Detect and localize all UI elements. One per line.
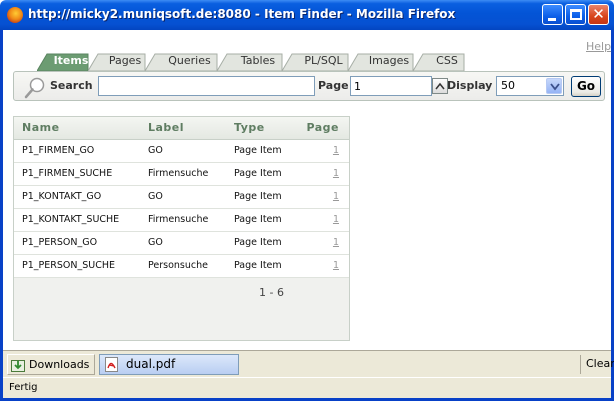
dropdown-button[interactable] bbox=[546, 78, 562, 94]
tab-images-label: Images bbox=[368, 54, 410, 67]
cell-label: Firmensuche bbox=[148, 208, 234, 232]
page-input[interactable] bbox=[350, 76, 432, 96]
maximize-icon bbox=[570, 9, 582, 20]
firefox-icon bbox=[7, 7, 23, 23]
download-item[interactable]: dual.pdf bbox=[99, 354, 239, 375]
status-bar: Fertig bbox=[3, 377, 611, 398]
table-row: P1_FIRMEN_SUCHE Firmensuche Page Item 1 bbox=[14, 162, 349, 186]
tab-pages[interactable]: Pages bbox=[88, 53, 146, 71]
cell-page-link[interactable]: 1 bbox=[306, 162, 349, 186]
tab-tables[interactable]: Tables bbox=[217, 53, 283, 71]
results-table: Name Label Type Page P1_FIRMEN_GO GO Pag… bbox=[14, 117, 349, 278]
status-text: Fertig bbox=[9, 382, 38, 393]
cell-page-link[interactable]: 1 bbox=[306, 208, 349, 232]
chevron-down-icon bbox=[550, 83, 560, 91]
table-row: P1_FIRMEN_GO GO Page Item 1 bbox=[14, 139, 349, 163]
tab-items[interactable]: Items bbox=[37, 53, 89, 71]
pagination-info: 1 - 6 bbox=[14, 279, 349, 307]
cell-type: Page Item bbox=[234, 231, 306, 255]
cell-page-link[interactable]: 1 bbox=[306, 139, 349, 163]
table-row: P1_PERSON_GO GO Page Item 1 bbox=[14, 231, 349, 255]
tab-images[interactable]: Images bbox=[348, 53, 414, 71]
table-row: P1_KONTAKT_GO GO Page Item 1 bbox=[14, 185, 349, 209]
cell-page-link[interactable]: 1 bbox=[306, 185, 349, 209]
tab-css-label: CSS bbox=[436, 54, 458, 67]
table-row: P1_PERSON_SUCHE Personsuche Page Item 1 bbox=[14, 254, 349, 278]
cell-type: Page Item bbox=[234, 185, 306, 209]
close-button[interactable]: ✕ bbox=[588, 4, 609, 25]
cell-type: Page Item bbox=[234, 162, 306, 186]
cell-label: GO bbox=[148, 231, 234, 255]
search-bar: Search Page Display 50 Go bbox=[13, 71, 605, 101]
cell-name[interactable]: P1_KONTAKT_GO bbox=[14, 185, 148, 209]
chevron-up-icon bbox=[435, 82, 445, 90]
downloads-button[interactable]: Downloads bbox=[7, 354, 95, 375]
cell-name[interactable]: P1_PERSON_GO bbox=[14, 231, 148, 255]
cell-page-link[interactable]: 1 bbox=[306, 254, 349, 278]
tab-pages-label: Pages bbox=[108, 54, 142, 67]
tab-queries[interactable]: Queries bbox=[145, 53, 218, 71]
download-item-label: dual.pdf bbox=[126, 357, 176, 371]
column-header-type[interactable]: Type bbox=[234, 117, 306, 140]
display-select-value: 50 bbox=[501, 79, 515, 92]
tab-plsql[interactable]: PL/SQL bbox=[282, 53, 349, 71]
clear-button[interactable]: Clear bbox=[580, 355, 614, 374]
table-row: P1_KONTAKT_SUCHE Firmensuche Page Item 1 bbox=[14, 208, 349, 232]
cell-label: Firmensuche bbox=[148, 162, 234, 186]
column-header-label[interactable]: Label bbox=[148, 117, 234, 140]
tab-items-label: Items bbox=[53, 54, 89, 67]
magnifier-icon bbox=[24, 77, 45, 99]
page-content: Help Items Pages Queries Tables PL/SQL I… bbox=[3, 30, 611, 350]
tab-queries-label: Queries bbox=[168, 54, 211, 67]
cell-type: Page Item bbox=[234, 139, 306, 163]
window-title: http://micky2.muniqsoft.de:8080 - Item F… bbox=[28, 7, 456, 21]
tab-plsql-label: PL/SQL bbox=[304, 54, 343, 67]
maximize-button[interactable] bbox=[565, 4, 586, 25]
close-icon: ✕ bbox=[592, 5, 605, 23]
go-button[interactable]: Go bbox=[571, 76, 601, 97]
downloads-bar: Downloads dual.pdf Clear bbox=[3, 350, 614, 377]
cell-label: GO bbox=[148, 185, 234, 209]
column-header-page[interactable]: Page bbox=[306, 117, 349, 140]
search-input[interactable] bbox=[98, 76, 315, 96]
cell-name[interactable]: P1_PERSON_SUCHE bbox=[14, 254, 148, 278]
cell-name[interactable]: P1_KONTAKT_SUCHE bbox=[14, 208, 148, 232]
cell-type: Page Item bbox=[234, 208, 306, 232]
table-header-row: Name Label Type Page bbox=[14, 117, 349, 140]
minimize-button[interactable] bbox=[542, 4, 563, 25]
cell-name[interactable]: P1_FIRMEN_SUCHE bbox=[14, 162, 148, 186]
downloads-label: Downloads bbox=[29, 358, 90, 371]
page-label: Page bbox=[318, 79, 349, 92]
display-select[interactable]: 50 bbox=[496, 76, 564, 96]
search-label: Search bbox=[50, 79, 93, 92]
cell-label: Personsuche bbox=[148, 254, 234, 278]
pagination-text: 1 - 6 bbox=[259, 286, 284, 299]
downloads-icon bbox=[11, 360, 25, 372]
cell-name[interactable]: P1_FIRMEN_GO bbox=[14, 139, 148, 163]
minimize-icon bbox=[548, 18, 556, 21]
help-link[interactable]: Help bbox=[586, 40, 611, 53]
tab-tables-label: Tables bbox=[240, 54, 276, 67]
cell-page-link[interactable]: 1 bbox=[306, 231, 349, 255]
tab-css[interactable]: CSS bbox=[413, 53, 465, 71]
results-region: Name Label Type Page P1_FIRMEN_GO GO Pag… bbox=[13, 116, 350, 341]
cell-label: GO bbox=[148, 139, 234, 163]
pdf-icon bbox=[105, 357, 118, 372]
page-up-button[interactable] bbox=[432, 78, 448, 94]
window-titlebar[interactable]: http://micky2.muniqsoft.de:8080 - Item F… bbox=[0, 0, 614, 30]
column-header-name[interactable]: Name bbox=[14, 117, 148, 140]
cell-type: Page Item bbox=[234, 254, 306, 278]
display-label: Display bbox=[447, 79, 493, 92]
